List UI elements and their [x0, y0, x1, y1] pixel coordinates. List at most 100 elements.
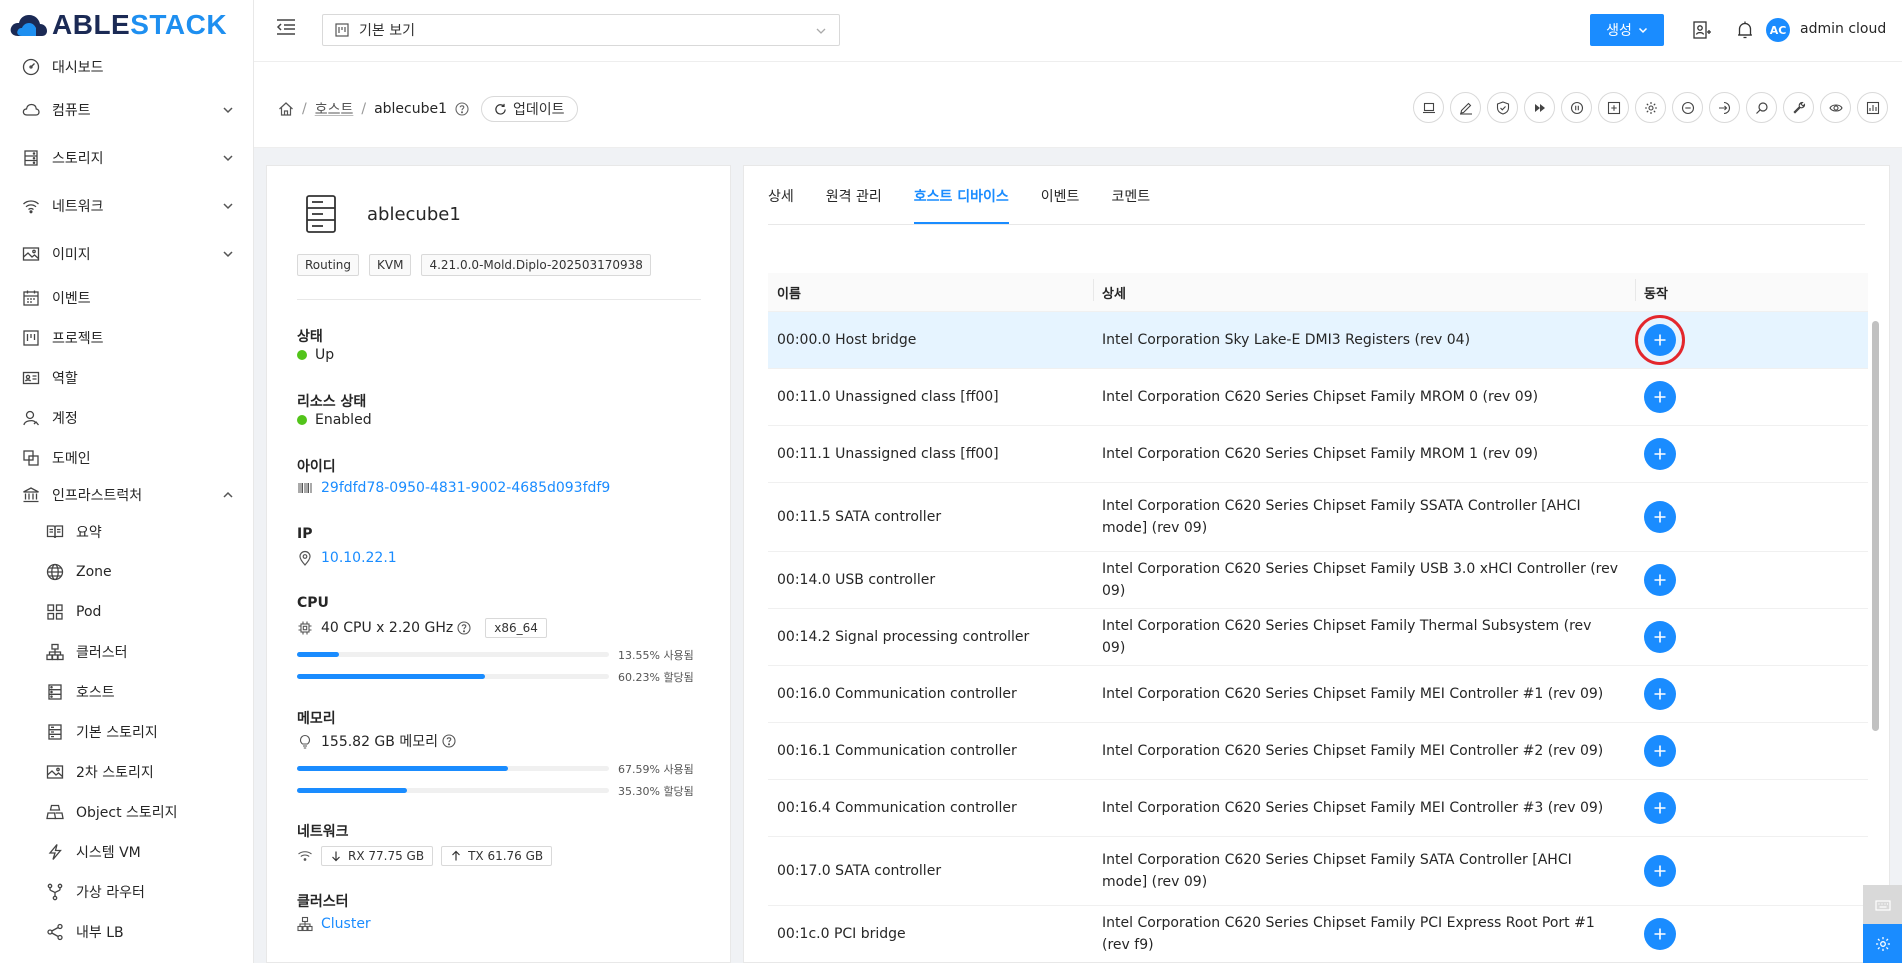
action-button-report[interactable] [1857, 92, 1888, 123]
sidebar-item-compute[interactable]: 컴퓨트 [0, 86, 253, 134]
sidebar-item-zone[interactable]: Zone [0, 552, 253, 592]
create-button[interactable]: 생성 [1590, 14, 1664, 46]
menu-fold-icon[interactable] [276, 18, 296, 36]
add-device-button[interactable] [1644, 501, 1676, 533]
sidebar-item-system-vm[interactable]: 시스템 VM [0, 832, 253, 872]
sidebar-item-object-storage[interactable]: Object 스토리지 [0, 792, 253, 832]
action-button-console[interactable] [1413, 92, 1444, 123]
sidebar-item-host[interactable]: 호스트 [0, 672, 253, 712]
action-button-forward[interactable] [1524, 92, 1555, 123]
sidebar-item-infrastructure[interactable]: 인프라스트럭처 [0, 478, 253, 512]
action-button-login[interactable] [1709, 92, 1740, 123]
chevron-down-icon [223, 155, 233, 162]
sidebar-item-roles[interactable]: 역할 [0, 358, 253, 398]
home-icon[interactable] [278, 101, 294, 117]
sidebar-item-primary-storage[interactable]: 기본 스토리지 [0, 712, 253, 752]
add-device-button[interactable] [1644, 381, 1676, 413]
tab-events[interactable]: 이벤트 [1041, 166, 1080, 226]
tab-details[interactable]: 상세 [768, 166, 794, 226]
sidebar-item-internal-lb[interactable]: 내부 LB [0, 912, 253, 952]
cluster-icon [46, 643, 64, 661]
device-name-cell: 00:1c.0 PCI bridge [777, 926, 906, 942]
cluster-value: Cluster [297, 916, 371, 932]
action-button-settings[interactable] [1635, 92, 1666, 123]
add-device-button[interactable] [1644, 438, 1676, 470]
chevron-down-icon [223, 107, 233, 114]
state-value: Up [297, 347, 334, 363]
column-header-name[interactable]: 이름 [768, 283, 1093, 302]
table-row[interactable]: 00:17.0 SATA controller Intel Corporation… [768, 837, 1868, 906]
tab-host-devices[interactable]: 호스트 디바이스 [913, 166, 1009, 226]
sidebar-item-secondary-storage[interactable]: 2차 스토리지 [0, 752, 253, 792]
action-button-add[interactable] [1598, 92, 1629, 123]
add-device-button[interactable] [1644, 621, 1676, 653]
sidebar-item-events[interactable]: 이벤트 [0, 278, 253, 318]
ablestack-logo[interactable]: ABLESTACK [8, 9, 227, 40]
table-row[interactable]: 00:1c.0 PCI bridge Intel Corporation C620… [768, 906, 1868, 962]
column-header-detail[interactable]: 상세 [1093, 278, 1635, 302]
table-row[interactable]: 00:11.0 Unassigned class [ff00] Intel Cor… [768, 369, 1868, 426]
floating-keyboard-button[interactable] [1863, 885, 1902, 924]
sidebar-item-domains[interactable]: 도메인 [0, 438, 253, 478]
sidebar-item-storage[interactable]: 스토리지 [0, 134, 253, 182]
action-button-pause[interactable] [1561, 92, 1592, 123]
table-row[interactable]: 00:16.4 Communication controller Intel Co… [768, 780, 1868, 837]
status-dot [297, 350, 307, 360]
action-button-tool[interactable] [1783, 92, 1814, 123]
add-device-button[interactable] [1644, 918, 1676, 950]
plus-icon [1654, 574, 1666, 586]
reload-icon [495, 103, 506, 115]
eye-icon [1828, 103, 1843, 112]
bell-icon[interactable] [1735, 20, 1755, 40]
action-button-view[interactable] [1820, 92, 1851, 123]
sidebar-item-accounts[interactable]: 계정 [0, 398, 253, 438]
action-button-disable[interactable] [1672, 92, 1703, 123]
add-device-button[interactable] [1644, 678, 1676, 710]
username[interactable]: admin cloud [1800, 21, 1886, 37]
host-ip-link[interactable]: 10.10.22.1 [321, 550, 397, 566]
wifi-icon [23, 200, 39, 214]
sidebar-item-virtual-router[interactable]: 가상 라우터 [0, 872, 253, 912]
sidebar-item-dashboard[interactable]: 대시보드 [0, 48, 253, 86]
block-icon [23, 450, 39, 466]
table-row[interactable]: 00:14.0 USB controller Intel Corporation … [768, 552, 1868, 609]
table-row[interactable]: 00:14.2 Signal processing controller Inte… [768, 609, 1868, 666]
view-select[interactable]: 기본 보기 [322, 14, 840, 46]
sidebar-item-network[interactable]: 네트워크 [0, 182, 253, 230]
action-button-search[interactable] [1746, 92, 1777, 123]
add-device-button[interactable] [1644, 735, 1676, 767]
sidebar-item-label: 역할 [52, 371, 78, 387]
sidebar-item-pod[interactable]: Pod [0, 592, 253, 632]
device-detail-cell: Intel Corporation C620 Series Chipset Fa… [1102, 561, 1619, 599]
table-row[interactable]: 00:16.1 Communication controller Intel Co… [768, 723, 1868, 780]
question-circle-icon[interactable] [457, 621, 471, 635]
add-device-button[interactable] [1644, 792, 1676, 824]
table-row[interactable]: 00:11.1 Unassigned class [ff00] Intel Cor… [768, 426, 1868, 483]
avatar[interactable]: AC [1766, 18, 1790, 42]
tab-comments[interactable]: 코멘트 [1111, 166, 1150, 226]
table-scrollbar[interactable] [1872, 321, 1879, 731]
add-device-button[interactable] [1644, 855, 1676, 887]
table-row[interactable]: 00:00.0 Host bridge Intel Corporation Sky… [768, 312, 1868, 369]
sidebar-item-summary[interactable]: 요약 [0, 512, 253, 552]
question-circle-icon[interactable] [455, 102, 469, 116]
table-row[interactable]: 00:11.5 SATA controller Intel Corporation… [768, 483, 1868, 552]
question-circle-icon[interactable] [442, 734, 456, 748]
sidebar-item-projects[interactable]: 프로젝트 [0, 318, 253, 358]
floating-settings-button[interactable] [1863, 924, 1902, 963]
login-icon [1718, 101, 1730, 114]
tab-divider [768, 224, 1865, 225]
refresh-button[interactable]: 업데이트 [481, 96, 578, 122]
cluster-link[interactable]: Cluster [321, 916, 371, 932]
breadcrumb-hosts[interactable]: 호스트 [315, 99, 354, 119]
tab-remote-management[interactable]: 원격 관리 [826, 166, 882, 226]
table-row[interactable]: 00:16.0 Communication controller Intel Co… [768, 666, 1868, 723]
sidebar-item-image[interactable]: 이미지 [0, 230, 253, 278]
add-device-button[interactable] [1635, 315, 1685, 365]
action-button-edit[interactable] [1450, 92, 1481, 123]
profile-add-icon[interactable] [1692, 20, 1712, 40]
sidebar-item-cluster[interactable]: 클러스터 [0, 632, 253, 672]
add-device-button[interactable] [1644, 564, 1676, 596]
host-id-link[interactable]: 29fdfd78-0950-4831-9002-4685d093fdf9 [321, 480, 610, 496]
action-button-ha[interactable] [1487, 92, 1518, 123]
